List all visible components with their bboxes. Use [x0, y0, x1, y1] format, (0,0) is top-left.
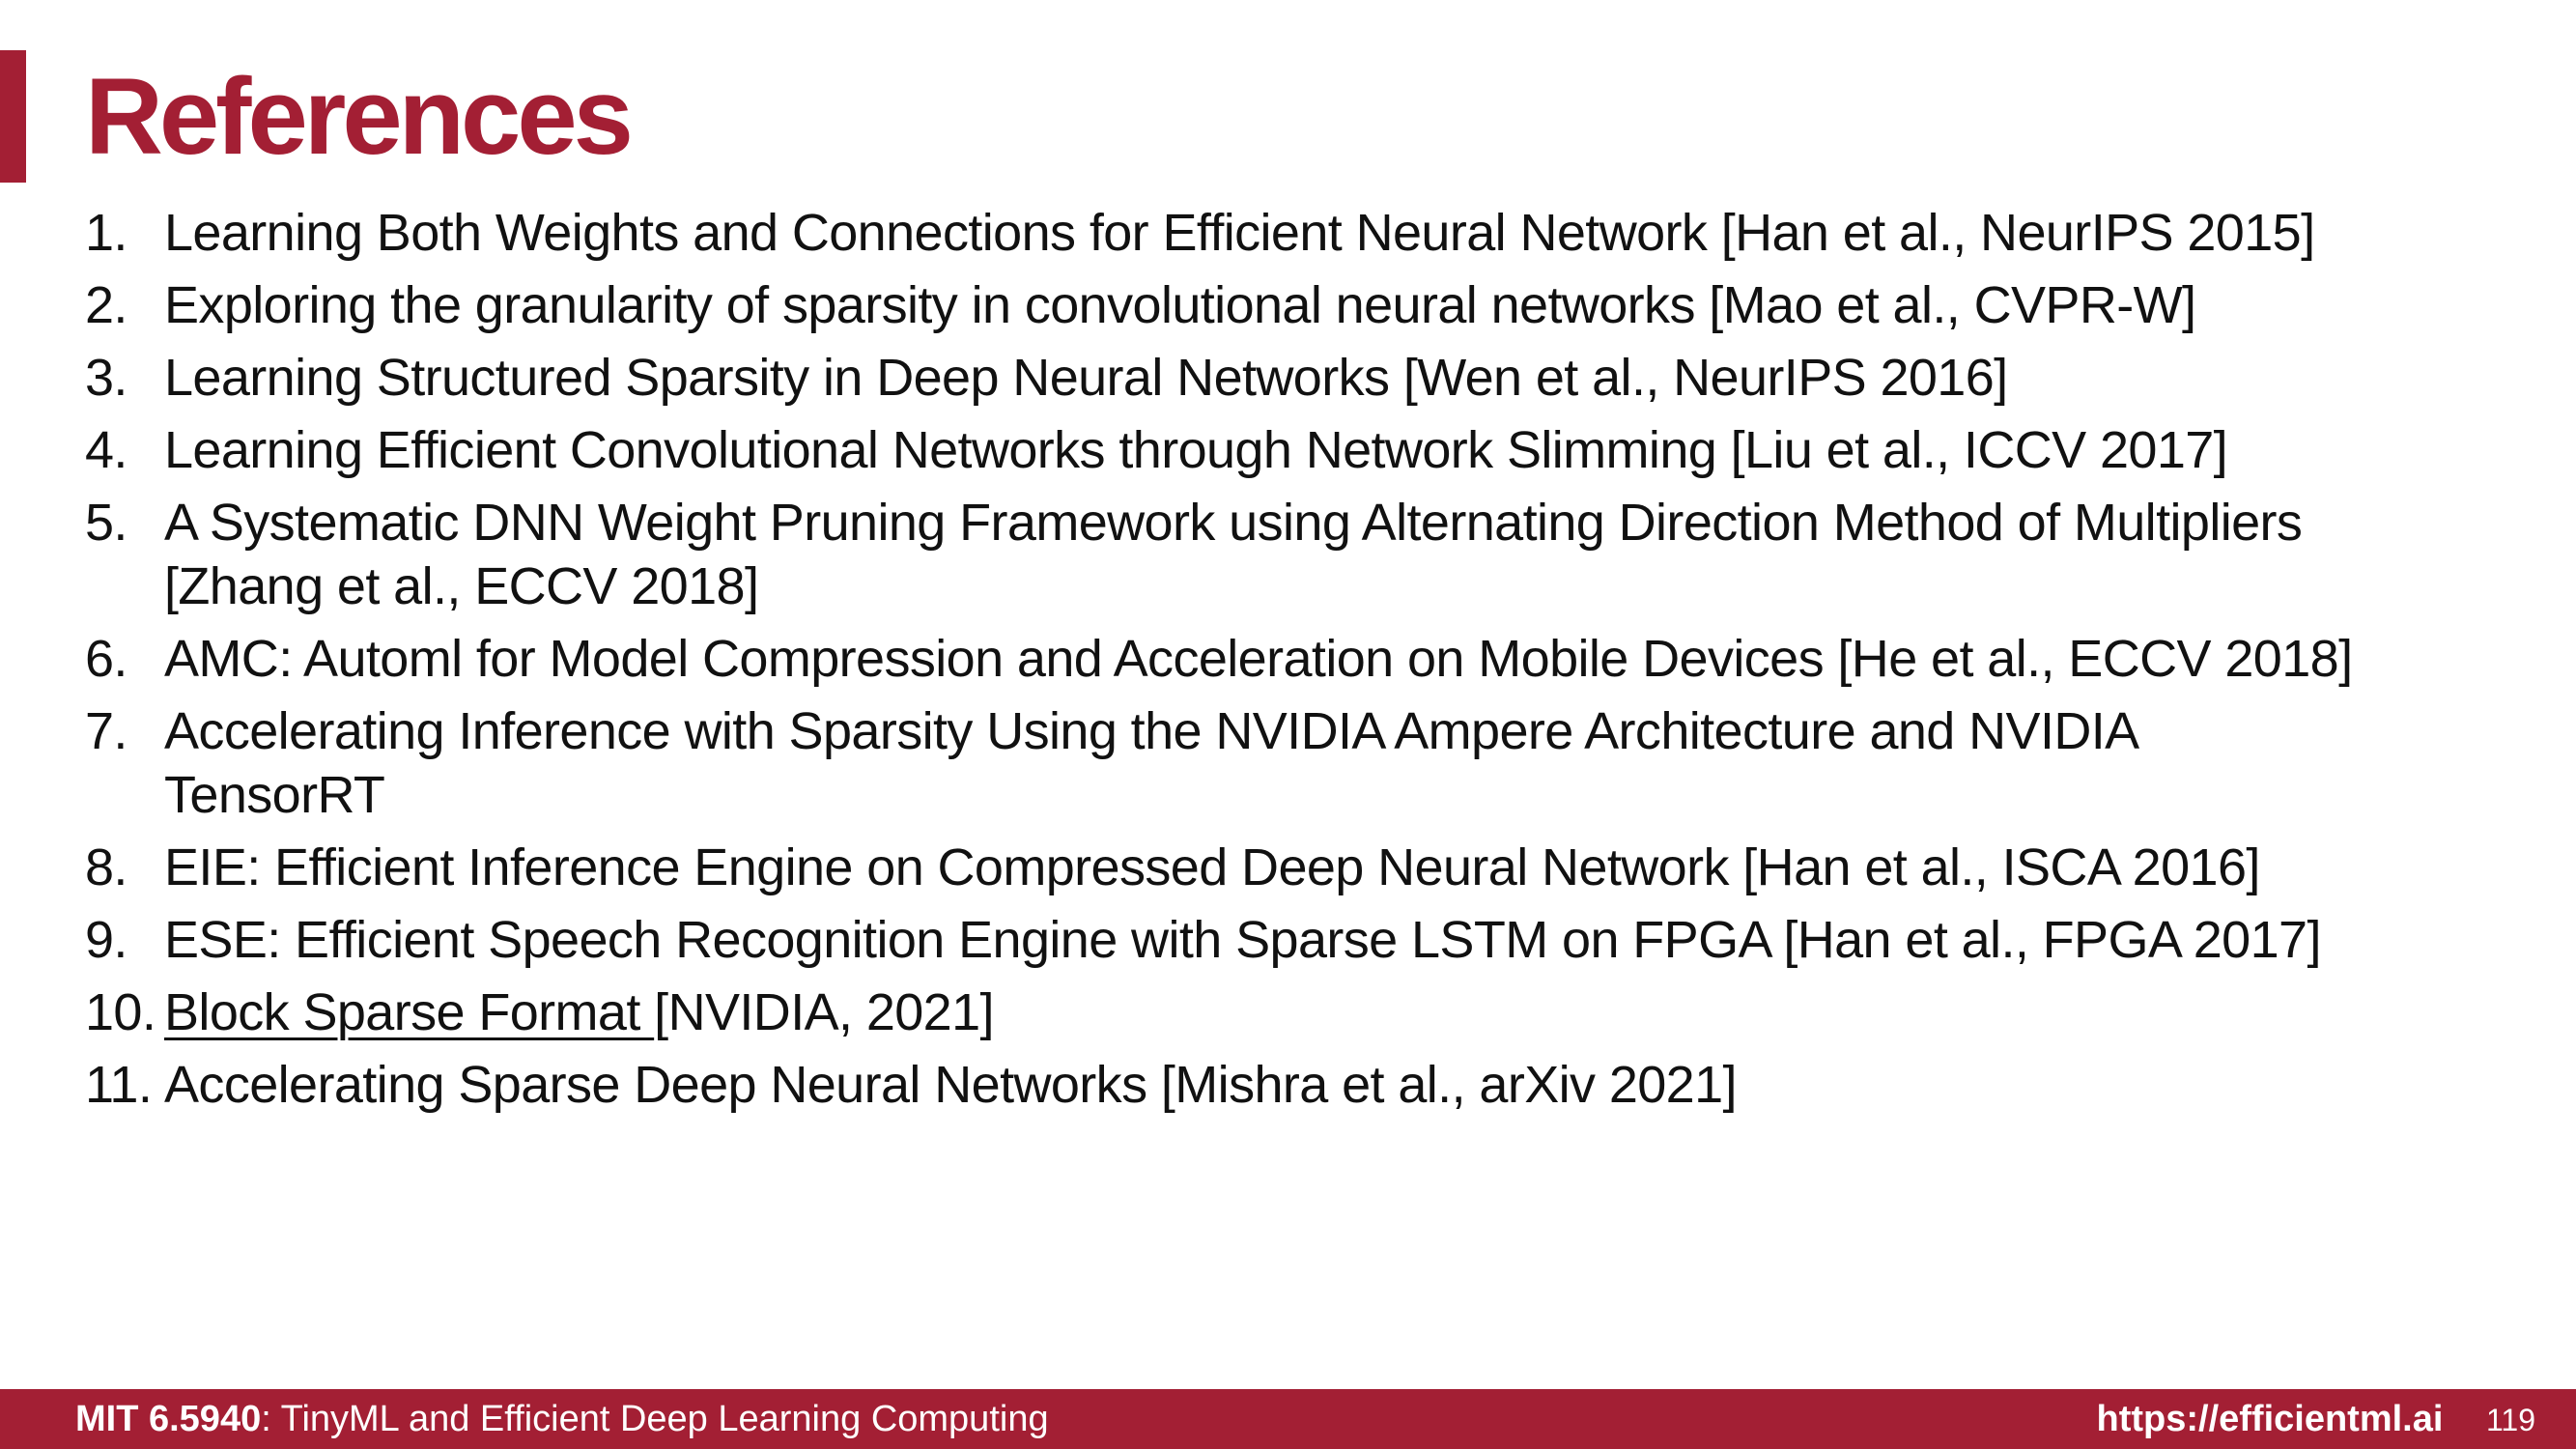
reference-number: 1.: [85, 204, 127, 262]
reference-number: 7.: [85, 702, 127, 760]
reference-text-continued: TensorRT: [164, 766, 385, 824]
slide-title: References: [85, 56, 634, 177]
slide: References 1. Learning Both Weights and …: [0, 0, 2576, 1449]
footer-right: https://efficientml.ai 119: [2097, 1389, 2536, 1449]
reference-item: 3. Learning Structured Sparsity in Deep …: [85, 346, 2558, 410]
reference-source: [NVIDIA, 2021]: [654, 983, 994, 1041]
reference-number: 5.: [85, 494, 127, 552]
reference-item: 5. A Systematic DNN Weight Pruning Frame…: [85, 491, 2558, 618]
reference-number: 4.: [85, 421, 127, 479]
reference-item: 6. AMC: Automl for Model Compression and…: [85, 627, 2558, 691]
course-url: https://efficientml.ai: [2096, 1399, 2444, 1439]
reference-text: Learning Structured Sparsity in Deep Neu…: [164, 349, 2008, 407]
footer-course-info: MIT 6.5940: TinyML and Efficient Deep Le…: [75, 1389, 1049, 1449]
reference-number: 10.: [85, 983, 156, 1041]
reference-list: 1. Learning Both Weights and Connections…: [85, 201, 2558, 1125]
reference-item: 2. Exploring the granularity of sparsity…: [85, 273, 2558, 337]
course-code: MIT 6.5940: [75, 1399, 262, 1439]
reference-number: 8.: [85, 838, 127, 896]
reference-item: 9. ESE: Efficient Speech Recognition Eng…: [85, 908, 2558, 972]
reference-text: ESE: Efficient Speech Recognition Engine…: [164, 911, 2321, 969]
reference-text: Learning Efficient Convolutional Network…: [164, 421, 2228, 479]
reference-item: 4. Learning Efficient Convolutional Netw…: [85, 418, 2558, 482]
footer-bar: MIT 6.5940: TinyML and Efficient Deep Le…: [0, 1389, 2576, 1449]
reference-text: Learning Both Weights and Connections fo…: [164, 204, 2315, 262]
reference-text: A Systematic DNN Weight Pruning Framewor…: [164, 494, 2303, 552]
reference-text: AMC: Automl for Model Compression and Ac…: [164, 630, 2353, 688]
reference-text: Exploring the granularity of sparsity in…: [164, 276, 2196, 334]
reference-text: Accelerating Sparse Deep Neural Networks…: [164, 1056, 1738, 1114]
reference-text: Block Sparse Format [NVIDIA, 2021]: [164, 980, 2558, 1044]
reference-item: 8. EIE: Efficient Inference Engine on Co…: [85, 836, 2558, 899]
reference-text-continued: [Zhang et al., ECCV 2018]: [164, 557, 759, 615]
reference-item: 7. Accelerating Inference with Sparsity …: [85, 699, 2558, 827]
block-sparse-format-link[interactable]: Block Sparse Format: [164, 983, 654, 1041]
reference-number: 3.: [85, 349, 127, 407]
title-accent-bar: [0, 50, 26, 183]
reference-number: 6.: [85, 630, 127, 688]
reference-item: 10. Block Sparse Format [NVIDIA, 2021]: [85, 980, 2558, 1044]
reference-text: Accelerating Inference with Sparsity Usi…: [164, 702, 2139, 760]
reference-text: EIE: Efficient Inference Engine on Compr…: [164, 838, 2260, 896]
page-number: 119: [2485, 1403, 2535, 1437]
reference-item: 11. Accelerating Sparse Deep Neural Netw…: [85, 1053, 2558, 1117]
reference-number: 2.: [85, 276, 127, 334]
course-name: : TinyML and Efficient Deep Learning Com…: [261, 1399, 1049, 1439]
reference-number: 9.: [85, 911, 127, 969]
reference-item: 1. Learning Both Weights and Connections…: [85, 201, 2558, 265]
reference-number: 11.: [85, 1056, 153, 1114]
